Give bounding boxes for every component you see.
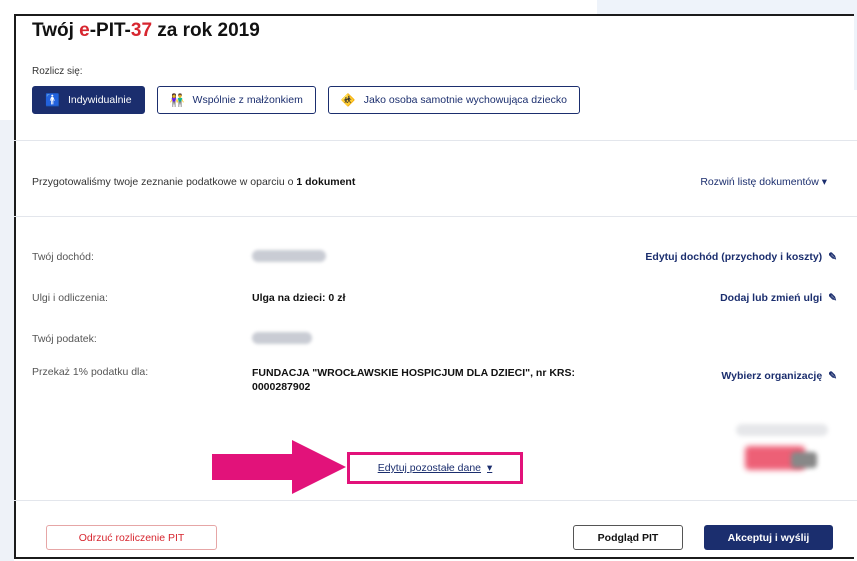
edit-deductions-link[interactable]: Dodaj lub zmień ulgi ✎: [720, 292, 837, 304]
donation-value: FUNDACJA "WROCŁAWSKIE HOSPICJUM DLA DZIE…: [252, 366, 575, 394]
preview-pit-button[interactable]: Podgląd PIT: [573, 525, 683, 550]
income-row: Twój dochód: Edytuj dochód (przychody i …: [32, 250, 837, 271]
donation-org: FUNDACJA "WROCŁAWSKIE HOSPICJUM DLA DZIE…: [252, 367, 576, 379]
option-label: Jako osoba samotnie wychowująca dziecko: [363, 94, 567, 106]
settlement-options: 🚹 Indywidualnie 👫 Wspólnie z małżonkiem …: [32, 86, 580, 114]
divider: [14, 216, 857, 217]
deductions-value: Ulga na dzieci: 0 zł: [252, 292, 346, 304]
pointer-arrow-icon: [212, 440, 346, 494]
title-prefix: Twój: [32, 20, 80, 41]
donation-krs: 0000287902: [252, 381, 311, 393]
donation-label: Przekaż 1% podatku dla:: [32, 366, 149, 378]
accept-send-button[interactable]: Akceptuj i wyślij: [704, 525, 833, 550]
edit-income-label: Edytuj dochód (przychody i koszty): [645, 251, 823, 263]
option-joint-button[interactable]: 👫 Wspólnie z małżonkiem: [156, 86, 316, 114]
page-title: Twój e-PIT-37 za rok 2019: [32, 20, 260, 42]
tax-value-redacted: [252, 332, 312, 344]
deductions-label: Ulgi i odliczenia:: [32, 292, 108, 304]
tax-row: Twój podatek:: [32, 332, 837, 353]
expand-documents-link[interactable]: Rozwiń listę dokumentów ▾: [700, 176, 827, 188]
expand-documents-label: Rozwiń listę dokumentów: [700, 176, 819, 188]
redacted-label: [736, 424, 828, 436]
choose-organization-label: Wybierz organizację: [721, 370, 823, 382]
pencil-icon: ✎: [828, 292, 837, 304]
pencil-icon: ✎: [828, 251, 837, 263]
pencil-icon: ✎: [828, 370, 837, 382]
choose-organization-link[interactable]: Wybierz organizację ✎: [721, 370, 837, 382]
prepared-document-count: 1 dokument: [296, 176, 356, 188]
option-individual-button[interactable]: 🚹 Indywidualnie: [32, 86, 145, 114]
settlement-label: Rozlicz się:: [32, 66, 83, 77]
title-number: 37: [130, 20, 153, 41]
tax-label: Twój podatek:: [32, 333, 97, 345]
prepared-text-main: Przygotowaliśmy twoje zeznanie podatkowe…: [32, 176, 297, 188]
edit-other-data-link[interactable]: Edytuj pozostałe dane ▾: [347, 452, 523, 484]
couple-icon: 👫: [169, 93, 185, 107]
divider: [14, 140, 857, 141]
donation-row: Przekaż 1% podatku dla: FUNDACJA "WROCŁA…: [32, 366, 837, 400]
person-icon: 🚹: [45, 93, 60, 107]
title-e: e: [79, 20, 90, 41]
edit-income-link[interactable]: Edytuj dochód (przychody i koszty) ✎: [645, 251, 837, 263]
parent-child-icon: 🚸: [340, 93, 356, 107]
edit-other-data-label: Edytuj pozostałe dane: [377, 462, 482, 474]
option-label: Indywidualnie: [67, 94, 132, 106]
income-value-redacted: [252, 250, 326, 262]
title-year: za rok 2019: [152, 20, 260, 41]
chevron-down-icon: ▾: [487, 462, 493, 474]
background-strip: [0, 120, 14, 561]
income-label: Twój dochód:: [32, 251, 94, 263]
option-single-parent-button[interactable]: 🚸 Jako osoba samotnie wychowująca dzieck…: [327, 86, 580, 114]
reject-pit-button[interactable]: Odrzuć rozliczenie PIT: [46, 525, 217, 550]
divider: [14, 500, 857, 501]
option-label: Wspólnie z małżonkiem: [192, 94, 303, 106]
chevron-down-icon: ▾: [821, 176, 827, 188]
prepared-text: Przygotowaliśmy twoje zeznanie podatkowe…: [32, 176, 355, 188]
deductions-row: Ulgi i odliczenia: Ulga na dzieci: 0 zł …: [32, 292, 837, 312]
edit-deductions-label: Dodaj lub zmień ulgi: [720, 292, 823, 304]
title-pit: -PIT-: [89, 20, 131, 41]
redacted-currency: [791, 452, 817, 468]
